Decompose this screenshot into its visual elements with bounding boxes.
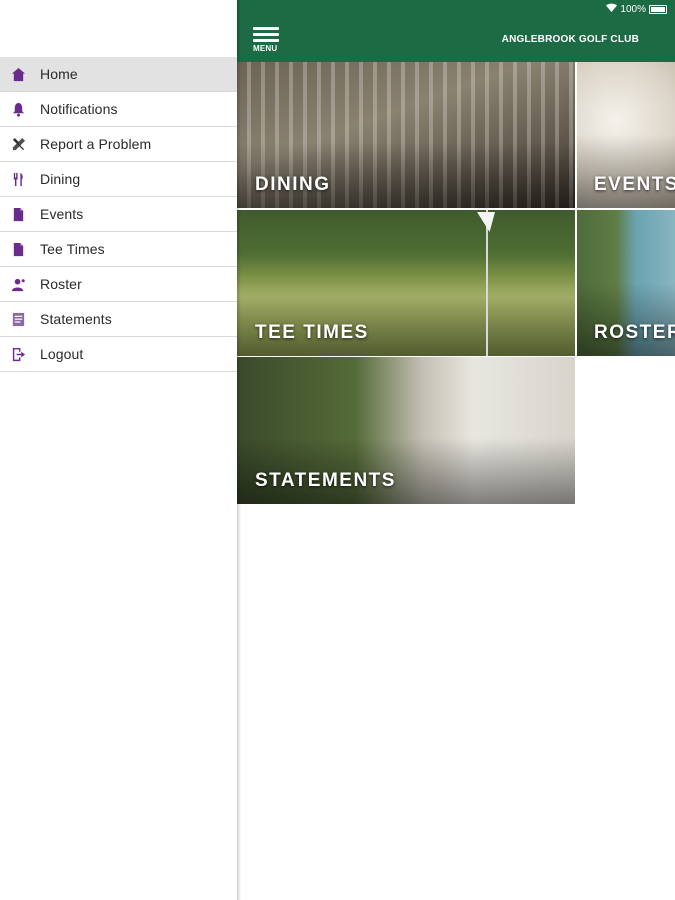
sidebar-item-roster[interactable]: Roster bbox=[0, 267, 237, 302]
main-panel: 100% MENU ANGLEBROOK GOLF CLUB DINING EV… bbox=[237, 0, 675, 900]
drawer-shadow bbox=[237, 0, 241, 900]
sidebar-item-statements[interactable]: Statements bbox=[0, 302, 237, 337]
sidebar-item-dining[interactable]: Dining bbox=[0, 162, 237, 197]
battery-icon bbox=[649, 4, 667, 14]
hamburger-icon-bar bbox=[253, 33, 279, 36]
tools-icon bbox=[10, 136, 26, 152]
statement-icon bbox=[10, 311, 26, 327]
battery-percent: 100% bbox=[620, 3, 646, 15]
sidebar-menu: Home Notifications Report a Problem Dini… bbox=[0, 57, 237, 372]
sidebar-item-logout[interactable]: Logout bbox=[0, 337, 237, 372]
hamburger-icon bbox=[253, 27, 279, 30]
sidebar-item-events[interactable]: Events bbox=[0, 197, 237, 232]
document-icon bbox=[10, 206, 26, 222]
logout-icon bbox=[10, 346, 26, 362]
wifi-icon bbox=[606, 3, 618, 15]
home-icon bbox=[10, 66, 26, 82]
app-root: Home Notifications Report a Problem Dini… bbox=[0, 0, 675, 900]
tile-label: TEE TIMES bbox=[255, 322, 369, 343]
sidebar-item-label: Events bbox=[40, 206, 84, 222]
sidebar-item-label: Logout bbox=[40, 346, 84, 362]
hamburger-icon-bar bbox=[253, 39, 279, 42]
person-icon bbox=[10, 276, 26, 292]
flag-pole bbox=[486, 210, 488, 356]
sidebar-item-label: Roster bbox=[40, 276, 82, 292]
sidebar-item-label: Dining bbox=[40, 171, 81, 187]
tile-statements[interactable]: STATEMENTS bbox=[237, 357, 575, 504]
tile-label: ROSTER bbox=[594, 322, 675, 343]
tile-roster[interactable]: ROSTER bbox=[577, 210, 675, 356]
tile-dining[interactable]: DINING bbox=[237, 62, 575, 208]
sidebar-item-notifications[interactable]: Notifications bbox=[0, 92, 237, 127]
sidebar-item-home[interactable]: Home bbox=[0, 57, 237, 92]
sidebar-item-label: Report a Problem bbox=[40, 136, 152, 152]
sidebar-drawer: Home Notifications Report a Problem Dini… bbox=[0, 0, 237, 900]
top-app-bar: 100% MENU ANGLEBROOK GOLF CLUB bbox=[237, 0, 675, 62]
sidebar-item-label: Home bbox=[40, 66, 78, 82]
bell-icon bbox=[10, 101, 26, 117]
utensils-icon bbox=[10, 171, 26, 187]
tile-tee-times[interactable]: TEE TIMES bbox=[237, 210, 575, 356]
status-bar: 100% bbox=[606, 3, 667, 15]
sidebar-item-label: Tee Times bbox=[40, 241, 105, 257]
menu-label: MENU bbox=[253, 44, 278, 53]
tile-label: DINING bbox=[255, 174, 331, 195]
club-title: ANGLEBROOK GOLF CLUB bbox=[501, 34, 639, 45]
sidebar-item-label: Statements bbox=[40, 311, 112, 327]
sidebar-item-tee-times[interactable]: Tee Times bbox=[0, 232, 237, 267]
document-icon bbox=[10, 241, 26, 257]
tile-label: EVENTS bbox=[594, 174, 675, 195]
menu-button[interactable]: MENU bbox=[253, 27, 283, 53]
sidebar-item-report-a-problem[interactable]: Report a Problem bbox=[0, 127, 237, 162]
tile-events[interactable]: EVENTS bbox=[577, 62, 675, 208]
sidebar-item-label: Notifications bbox=[40, 101, 118, 117]
tile-label: STATEMENTS bbox=[255, 470, 396, 491]
